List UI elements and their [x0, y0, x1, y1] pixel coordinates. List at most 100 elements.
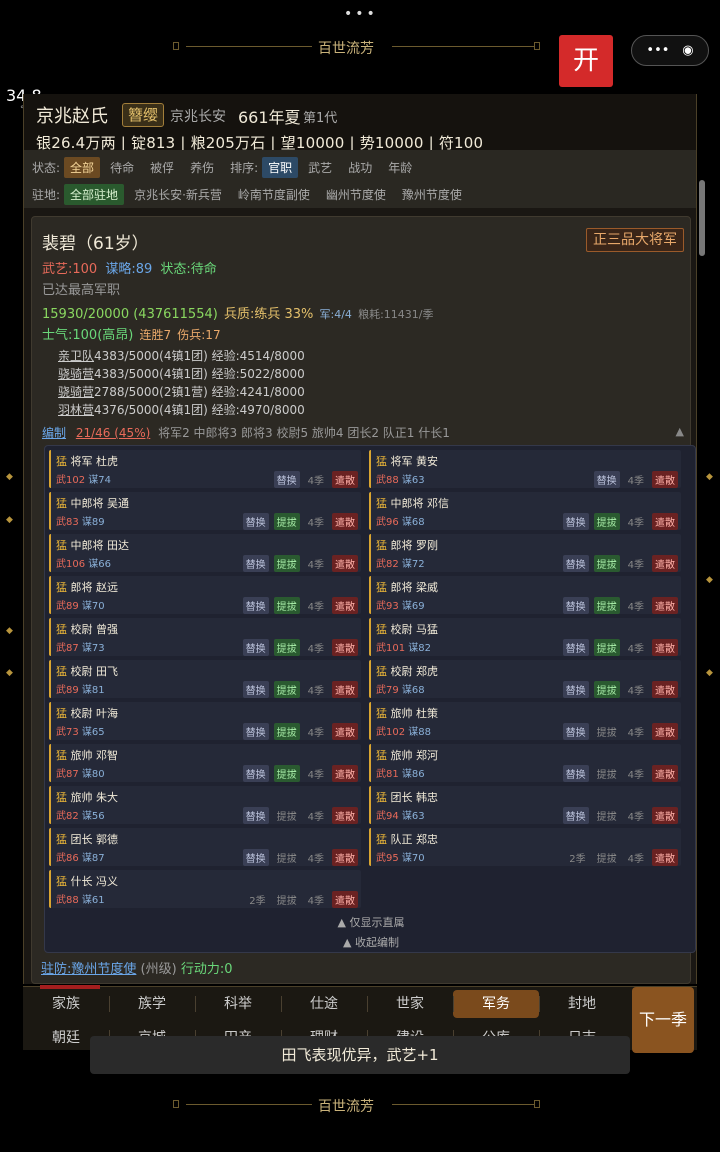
sort-rank[interactable]: 官职	[262, 156, 299, 178]
status-standby[interactable]: 待命	[104, 157, 140, 178]
status-captured[interactable]: 被俘	[144, 157, 180, 178]
nav-item[interactable]: 科举	[195, 990, 281, 1018]
officer-card[interactable]: 猛 郎将 罗刚 武82 谋72 替换 提拔 4季 遣散	[369, 534, 681, 572]
dismiss-button[interactable]: 遣散	[652, 471, 678, 488]
dismiss-button[interactable]: 遣散	[332, 681, 358, 698]
officer-card[interactable]: 猛 团长 郭德 武86 谋87 替换 提拔 4季 遣散	[49, 828, 361, 866]
officer-card[interactable]: 猛 中郎将 吴通 武83 谋89 替换 提拔 4季 遣散	[49, 492, 361, 530]
promote-disabled[interactable]: 提拔	[594, 723, 620, 740]
replace-button[interactable]: 替换	[273, 471, 300, 488]
dismiss-button[interactable]: 遣散	[332, 807, 358, 824]
officer-card[interactable]: 猛 旅帅 朱大 武82 谋56 替换 提拔 4季 遣散	[49, 786, 361, 824]
promote-disabled[interactable]: 提拔	[274, 849, 300, 866]
garrison-link[interactable]: 驻防:豫州节度使	[41, 962, 136, 977]
unit-name[interactable]: 羽林营	[58, 403, 94, 417]
officer-card[interactable]: 猛 团长 韩忠 武94 谋63 替换 提拔 4季 遣散	[369, 786, 681, 824]
promote-button[interactable]: 提拔	[273, 765, 300, 782]
dismiss-button[interactable]: 遣散	[332, 891, 358, 908]
unit-name[interactable]: 骁骑营	[58, 385, 94, 399]
dismiss-button[interactable]: 遣散	[332, 597, 358, 614]
replace-button[interactable]: 替换	[242, 597, 269, 614]
officer-card[interactable]: 猛 队正 郑忠 武95 谋70 2季 提拔 4季 遣散	[369, 828, 681, 866]
promote-button[interactable]: 提拔	[273, 513, 300, 530]
officer-card[interactable]: 猛 郎将 梁威 武93 谋69 替换 提拔 4季 遣散	[369, 576, 681, 614]
replace-button[interactable]: 替换	[593, 471, 620, 488]
promote-disabled[interactable]: 提拔	[594, 807, 620, 824]
replace-button[interactable]: 替换	[242, 513, 269, 530]
more-icon[interactable]: •••	[646, 43, 669, 58]
open-button[interactable]: 开	[559, 35, 613, 87]
unit-name[interactable]: 亲卫队	[58, 349, 94, 363]
officer-card[interactable]: 猛 旅帅 杜策 武102 谋88 替换 提拔 4季 遣散	[369, 702, 681, 740]
promote-button[interactable]: 提拔	[593, 555, 620, 572]
direct-only-toggle[interactable]: ▲ 仅显示直属	[45, 914, 696, 930]
dismiss-button[interactable]: 遣散	[652, 555, 678, 572]
org-link[interactable]: 编制	[42, 426, 66, 440]
dismiss-button[interactable]: 遣散	[652, 723, 678, 740]
dismiss-button[interactable]: 遣散	[332, 765, 358, 782]
replace-button[interactable]: 替换	[562, 723, 589, 740]
officer-card[interactable]: 猛 校尉 田飞 武89 谋81 替换 提拔 4季 遣散	[49, 660, 361, 698]
garrison-all[interactable]: 全部驻地	[64, 183, 125, 205]
replace-button[interactable]: 替换	[562, 807, 589, 824]
dismiss-button[interactable]: 遣散	[652, 765, 678, 782]
garrison-youzhou[interactable]: 幽州节度使	[320, 184, 392, 205]
close-circle-icon[interactable]: ◉	[682, 43, 693, 58]
promote-disabled[interactable]: 提拔	[274, 807, 300, 824]
promote-disabled[interactable]: 提拔	[274, 891, 300, 908]
nav-item[interactable]: 世家	[367, 990, 453, 1018]
dismiss-button[interactable]: 遣散	[652, 597, 678, 614]
nav-item[interactable]: 军务	[453, 990, 539, 1018]
replace-button[interactable]: 替换	[562, 765, 589, 782]
next-season-button[interactable]: 下一季	[632, 987, 694, 1053]
replace-button[interactable]: 替换	[242, 849, 269, 866]
replace-button[interactable]: 替换	[242, 765, 269, 782]
promote-button[interactable]: 提拔	[273, 597, 300, 614]
replace-button[interactable]: 替换	[562, 681, 589, 698]
replace-button[interactable]: 替换	[242, 555, 269, 572]
status-all[interactable]: 全部	[64, 156, 101, 178]
nav-item[interactable]: 家族	[23, 990, 109, 1018]
officer-card[interactable]: 猛 中郎将 田达 武106 谋66 替换 提拔 4季 遣散	[49, 534, 361, 572]
collapse-arrow-icon[interactable]: ▲	[676, 425, 684, 438]
collapse-org-toggle[interactable]: ▲ 收起编制	[45, 934, 696, 950]
sort-martial[interactable]: 武艺	[302, 157, 338, 178]
dismiss-button[interactable]: 遣散	[652, 681, 678, 698]
sort-age[interactable]: 年龄	[382, 157, 418, 178]
replace-button[interactable]: 替换	[242, 723, 269, 740]
menu-dots[interactable]: •••	[344, 6, 378, 22]
dismiss-button[interactable]: 遣散	[332, 555, 358, 572]
promote-button[interactable]: 提拔	[273, 555, 300, 572]
officer-card[interactable]: 猛 将军 黄安 武88 谋63 替换 4季 遣散	[369, 450, 681, 488]
garrison-yuzhou[interactable]: 豫州节度使	[396, 184, 468, 205]
officer-card[interactable]: 猛 什长 冯义 武88 谋61 2季 提拔 4季 遣散	[49, 870, 361, 908]
officer-card[interactable]: 猛 旅帅 郑河 武81 谋86 替换 提拔 4季 遣散	[369, 744, 681, 782]
dismiss-button[interactable]: 遣散	[332, 639, 358, 656]
officer-card[interactable]: 猛 校尉 叶海 武73 谋65 替换 提拔 4季 遣散	[49, 702, 361, 740]
dismiss-button[interactable]: 遣散	[652, 639, 678, 656]
nav-item[interactable]: 族学	[109, 990, 195, 1018]
officer-card[interactable]: 猛 旅帅 邓智 武87 谋80 替换 提拔 4季 遣散	[49, 744, 361, 782]
replace-button[interactable]: 替换	[562, 555, 589, 572]
replace-button[interactable]: 替换	[562, 639, 589, 656]
dismiss-button[interactable]: 遣散	[652, 849, 678, 866]
nav-item[interactable]: 仕途	[281, 990, 367, 1018]
dismiss-button[interactable]: 遣散	[332, 471, 358, 488]
replace-button[interactable]: 替换	[242, 681, 269, 698]
garrison-chang-an[interactable]: 京兆长安·新兵营	[128, 184, 228, 205]
status-injured[interactable]: 养伤	[184, 157, 220, 178]
unit-row[interactable]: 骁骑营4383/5000(4镇1团) 经验:5022/8000	[58, 365, 305, 382]
unit-row[interactable]: 骁骑营2788/5000(2镇1营) 经验:4241/8000	[58, 383, 305, 400]
nav-item[interactable]: 封地	[539, 990, 625, 1018]
sort-merit[interactable]: 战功	[342, 157, 378, 178]
dismiss-button[interactable]: 遣散	[332, 513, 358, 530]
promote-button[interactable]: 提拔	[273, 681, 300, 698]
promote-button[interactable]: 提拔	[273, 639, 300, 656]
org-count[interactable]: 21/46 (45%)	[76, 426, 150, 440]
unit-name[interactable]: 骁骑营	[58, 367, 94, 381]
officer-card[interactable]: 猛 校尉 郑虎 武79 谋68 替换 提拔 4季 遣散	[369, 660, 681, 698]
officer-card[interactable]: 猛 校尉 马猛 武101 谋82 替换 提拔 4季 遣散	[369, 618, 681, 656]
replace-button[interactable]: 替换	[242, 807, 269, 824]
promote-button[interactable]: 提拔	[273, 723, 300, 740]
dismiss-button[interactable]: 遣散	[652, 807, 678, 824]
